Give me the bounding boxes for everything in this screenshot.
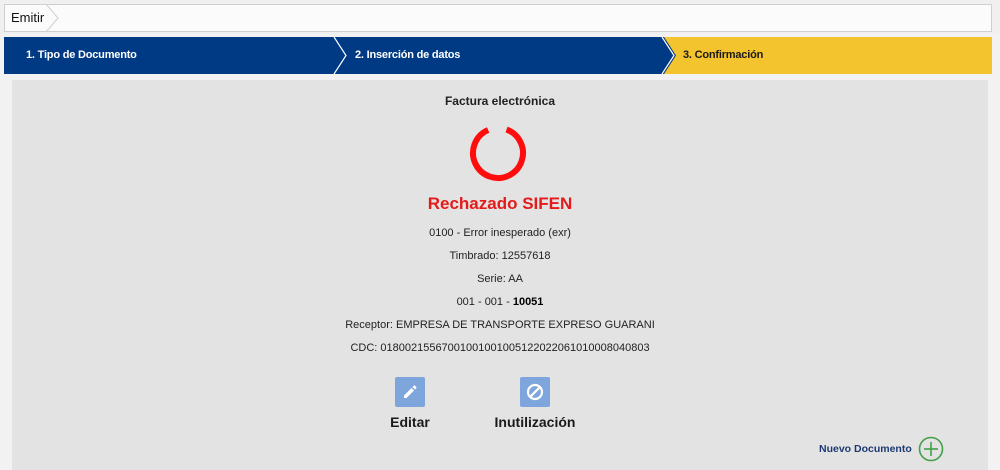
wizard-stepper: 1. Tipo de Documento 2. Inserción de dat… [4,37,992,74]
plus-circle-icon [918,436,944,462]
step-confirmacion[interactable]: 3. Confirmación [664,37,992,74]
inutilizacion-button[interactable]: Inutilización [490,377,580,430]
breadcrumb: Emitir [0,0,1000,34]
new-document-label: Nuevo Documento [819,443,912,455]
timbrado-text: Timbrado: 12557618 [449,250,551,262]
document-number: 001 - 001 - 10051 [12,296,988,308]
inutilizacion-button-label: Inutilización [494,414,576,430]
error-message: 0100 - Error inesperado (exr) [429,227,571,239]
step-label: 3. Confirmación [683,49,764,61]
edit-button[interactable]: Editar [380,377,440,430]
step-label: 1. Tipo de Documento [26,49,137,61]
step-tipo-documento[interactable]: 1. Tipo de Documento [4,37,334,74]
receptor-text: Receptor: EMPRESA DE TRANSPORTE EXPRESO … [345,319,655,331]
new-document-button[interactable]: Nuevo Documento [819,436,944,462]
document-number-value: 10051 [512,296,544,308]
cdc-text: CDC: 01800215567001001001005122022061010… [350,342,650,354]
step-insercion-datos[interactable]: 2. Inserción de datos [334,37,664,74]
loading-spinner-icon [470,125,526,181]
document-title: Factura electrónica [444,94,556,108]
confirmation-panel: Factura electrónica Rechazado SIFEN 0100… [12,80,988,470]
edit-button-label: Editar [390,414,430,430]
pencil-icon [395,377,425,407]
document-number-prefix: 001 - 001 - [456,296,510,308]
breadcrumb-bar: Emitir [4,4,992,32]
ban-icon [520,377,550,407]
step-label: 2. Inserción de datos [355,49,461,61]
status-text: Rechazado SIFEN [427,194,573,213]
serie-text: Serie: AA [477,273,523,285]
